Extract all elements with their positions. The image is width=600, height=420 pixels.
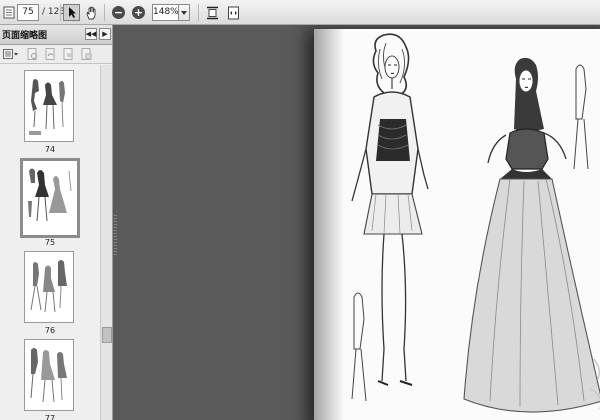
thumbnail-scrollbar[interactable]: [100, 65, 112, 420]
zoom-level-field[interactable]: 148%: [152, 4, 179, 21]
panel-title: 页面缩略图: [2, 31, 48, 41]
thumbnails-icon[interactable]: [0, 4, 17, 21]
thumbnail-panel: 页面缩略图 ◀◀ ▶ 74 75 76 77: [0, 25, 113, 420]
fit-width-icon[interactable]: [225, 4, 242, 21]
scrollbar-thumb[interactable]: [102, 327, 112, 343]
toolbar-separator: [104, 4, 105, 21]
page-shadow: [314, 29, 344, 420]
zoom-in-icon[interactable]: +: [130, 4, 147, 21]
thumbnail-label: 75: [44, 238, 56, 247]
insert-page-icon[interactable]: [62, 48, 74, 60]
toolbar-separator: [60, 4, 61, 21]
thumbnail-page-77[interactable]: [24, 339, 74, 411]
thumbnail-page-74[interactable]: [24, 70, 74, 142]
toolbar: 75 / 123 − + 148%: [0, 0, 600, 25]
thumbnail-list: 74 75 76 77: [0, 65, 100, 420]
thumbnail-page-75-selected[interactable]: [20, 158, 80, 238]
select-arrow-icon[interactable]: [63, 4, 80, 21]
thumbnail-label: 76: [44, 326, 56, 335]
options-menu-icon[interactable]: [3, 48, 19, 60]
fit-page-icon[interactable]: [204, 4, 221, 21]
document-page: [314, 29, 600, 420]
rotate-page-icon[interactable]: [44, 48, 56, 60]
document-view[interactable]: [118, 25, 600, 420]
thumbnail-toolbar: [0, 45, 112, 64]
thumbnail-label: 77: [44, 414, 56, 420]
page-number-input[interactable]: 75: [17, 4, 39, 21]
thumbnail-panel-header: 页面缩略图 ◀◀ ▶: [0, 25, 112, 45]
print-page-icon[interactable]: [80, 48, 92, 60]
zoom-dropdown-icon[interactable]: [178, 4, 190, 21]
hand-tool-icon[interactable]: [83, 4, 100, 21]
expand-panel-icon[interactable]: ▶: [99, 28, 111, 40]
fashion-sketch-illustration: [314, 29, 600, 420]
zoom-out-icon[interactable]: −: [110, 4, 127, 21]
thumbnail-label: 74: [44, 145, 56, 154]
toolbar-separator: [198, 4, 199, 21]
splitter-grip[interactable]: [114, 215, 117, 255]
delete-page-icon[interactable]: [26, 48, 38, 60]
thumbnail-page-76[interactable]: [24, 251, 74, 323]
collapse-panel-icon[interactable]: ◀◀: [85, 28, 97, 40]
